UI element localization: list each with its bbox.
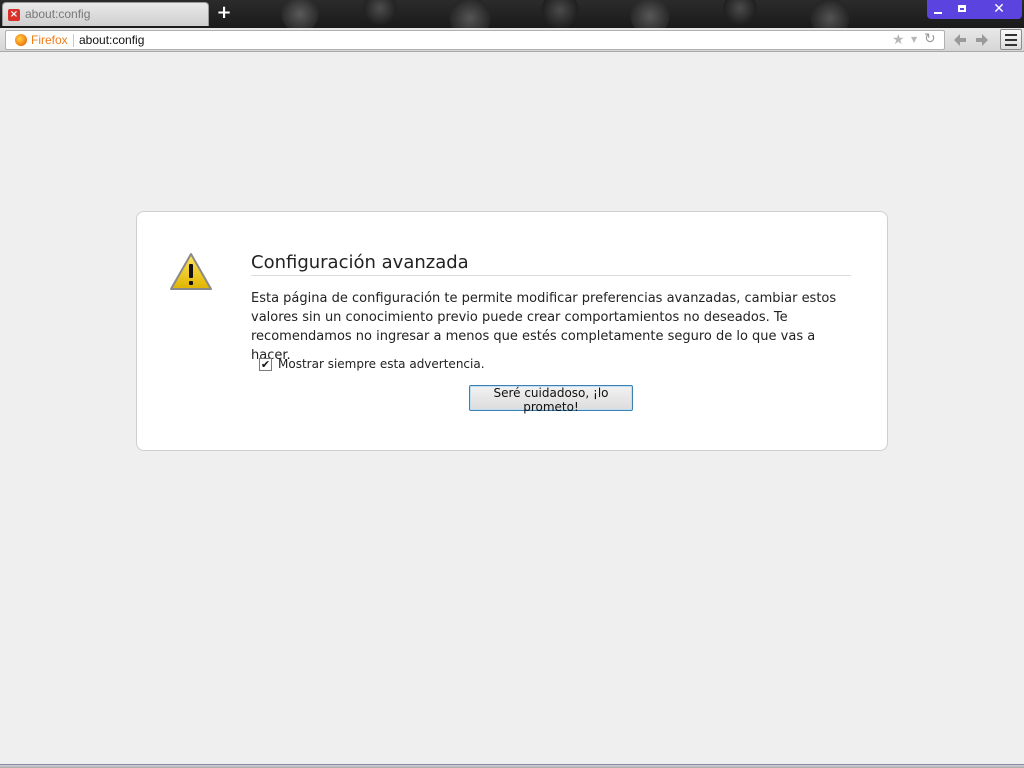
bookmark-star-icon[interactable]: ★ xyxy=(892,32,905,48)
warning-card: Configuración avanzada Esta página de co… xyxy=(136,211,888,451)
close-button[interactable]: ✕ xyxy=(976,0,1022,19)
menu-icon-line xyxy=(1005,39,1017,41)
title-bar: × about:config + ✕ xyxy=(0,0,1024,28)
page-title: Configuración avanzada xyxy=(251,252,851,276)
tab-favicon-icon[interactable]: × xyxy=(8,9,20,21)
promise-button[interactable]: Seré cuidadoso, ¡lo prometo! xyxy=(469,385,633,414)
identity-label[interactable]: Firefox xyxy=(31,33,68,47)
reload-icon[interactable]: ↻ xyxy=(924,31,936,48)
chevron-down-icon[interactable]: ▼ xyxy=(911,32,917,48)
firefox-icon xyxy=(15,34,27,46)
tab-title: about:config xyxy=(25,7,91,21)
forward-icon xyxy=(976,34,988,46)
show-warning-checkbox[interactable]: ✔ xyxy=(259,358,272,371)
tab-about-config[interactable]: × about:config xyxy=(2,2,209,26)
forward-button[interactable] xyxy=(973,31,991,49)
identity-separator xyxy=(73,34,74,47)
menu-icon-line xyxy=(1005,44,1017,46)
new-tab-button[interactable]: + xyxy=(216,3,232,23)
back-button[interactable] xyxy=(951,31,969,49)
warning-description: Esta página de configuración te permite … xyxy=(251,291,837,363)
minimize-button[interactable] xyxy=(927,0,949,19)
show-warning-label[interactable]: Mostrar siempre esta advertencia. xyxy=(278,357,485,371)
warning-icon xyxy=(170,253,212,290)
url-bar[interactable]: Firefox about:config ★ ▼ ↻ xyxy=(5,30,945,50)
menu-icon-line xyxy=(1005,34,1017,36)
menu-button[interactable] xyxy=(1000,29,1022,50)
taskbar-edge xyxy=(0,764,1024,768)
back-icon xyxy=(954,34,966,46)
navigation-bar: Firefox about:config ★ ▼ ↻ xyxy=(0,28,1024,52)
url-input[interactable]: about:config xyxy=(79,33,144,47)
maximize-button[interactable] xyxy=(949,0,976,19)
